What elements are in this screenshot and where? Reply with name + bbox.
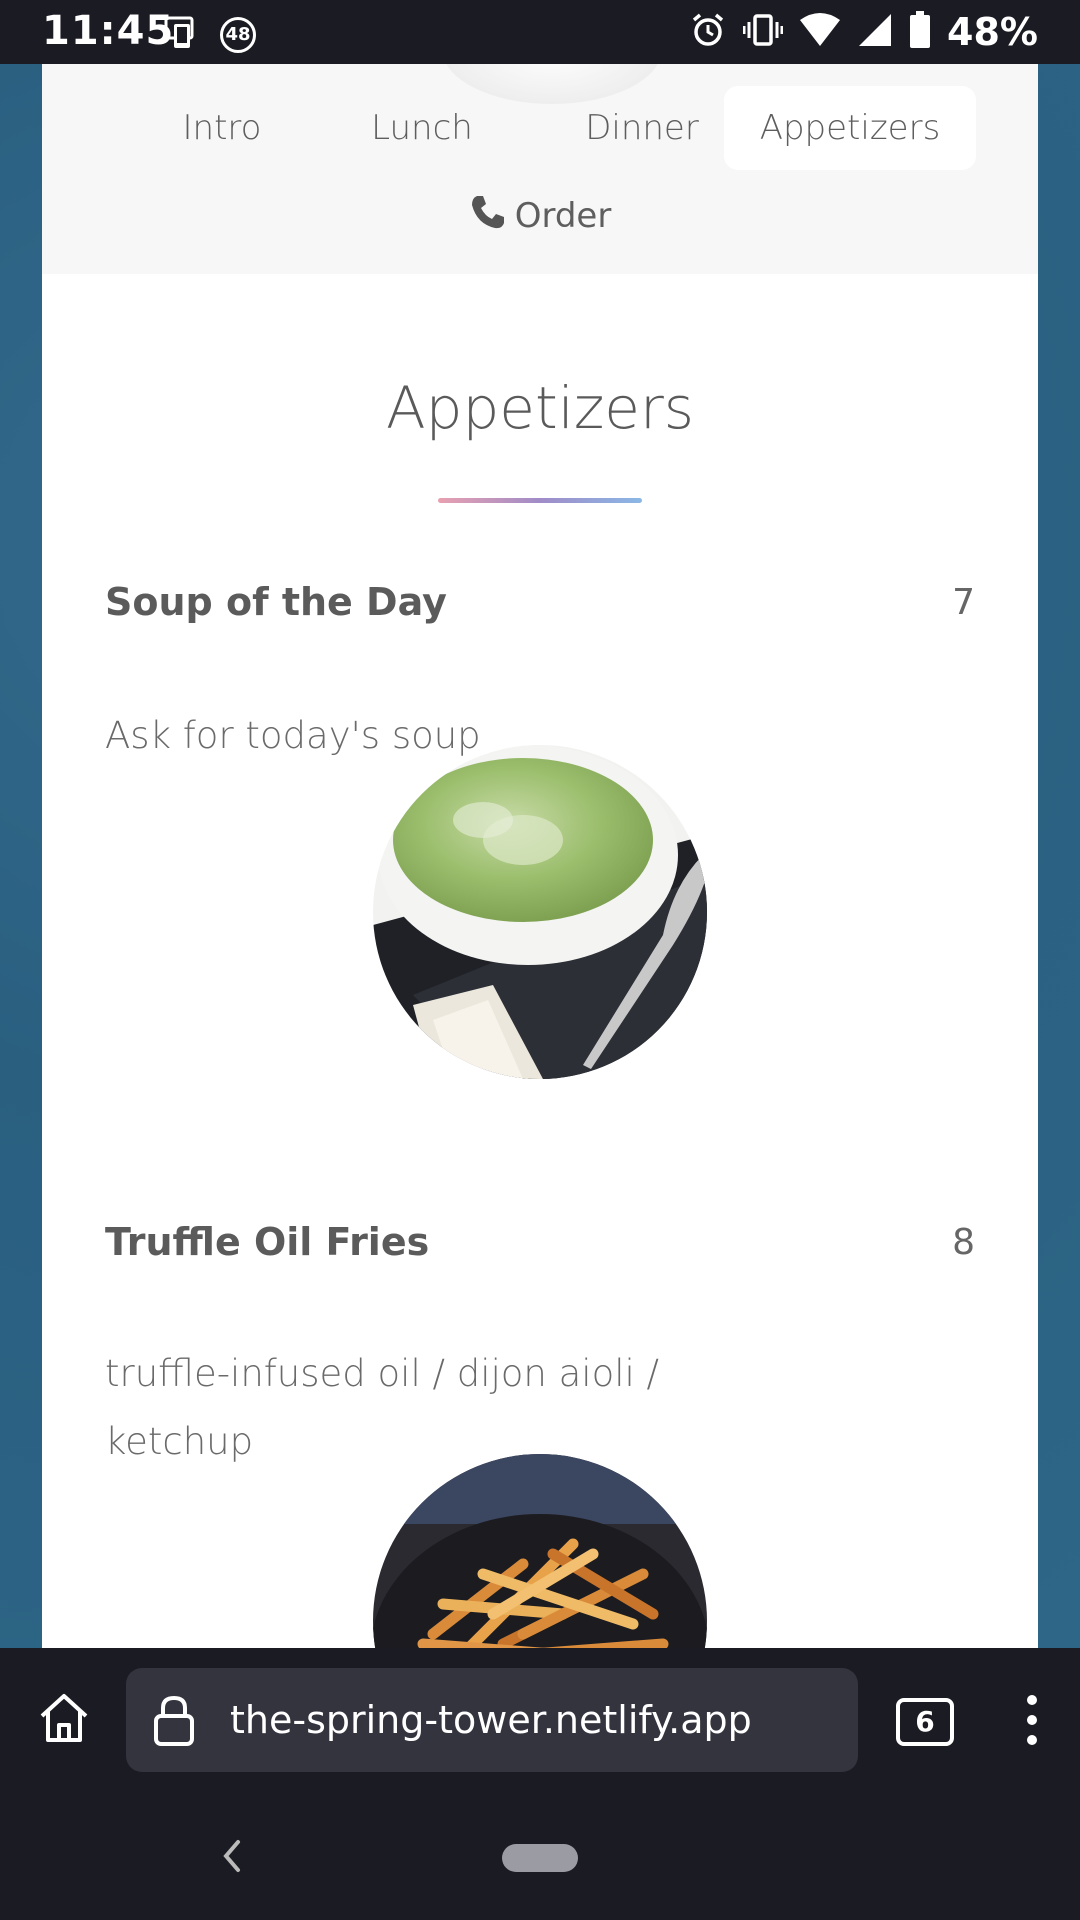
menu-nav: Intro Lunch Dinner Appetizers Order [42, 64, 1038, 274]
menu-item-price: 8 [952, 1222, 975, 1263]
status-right-icons: 48% [689, 10, 1038, 54]
signal-icon [857, 12, 893, 53]
browser-toolbar: the-spring-tower.netlify.app 6 [0, 1648, 1080, 1778]
back-icon[interactable] [220, 1838, 244, 1879]
wifi-icon [799, 12, 841, 53]
nav-tab-intro[interactable]: Intro [122, 86, 322, 170]
battery-icon [909, 10, 931, 54]
more-options-icon[interactable] [1024, 1694, 1040, 1751]
status-left-icons: 48 [162, 12, 256, 57]
title-divider [438, 498, 642, 503]
order-link[interactable]: Order [42, 186, 1038, 246]
fries-photo [373, 1454, 707, 1648]
battery-percent: 48% [947, 10, 1038, 54]
order-label: Order [514, 196, 612, 236]
nav-tab-lunch[interactable]: Lunch [322, 86, 522, 170]
home-icon[interactable] [38, 1692, 90, 1749]
soup-photo [373, 745, 707, 1079]
phone-sync-icon [162, 12, 202, 57]
nav-tab-dinner[interactable]: Dinner [537, 86, 747, 170]
lock-icon [152, 1694, 196, 1751]
phone-icon [469, 193, 507, 240]
content-card: Intro Lunch Dinner Appetizers Order Appe… [42, 64, 1038, 1648]
menu-item-name: Soup of the Day [105, 580, 447, 624]
home-gesture-pill[interactable] [502, 1844, 578, 1872]
status-time: 11:45 [42, 8, 175, 54]
notification-count-badge: 48 [220, 16, 256, 53]
alarm-icon [689, 11, 727, 54]
description-line: truffle-infused oil / dijon aioli / [105, 1352, 660, 1395]
section-title: Appetizers [385, 374, 695, 442]
nav-tab-appetizers[interactable]: Appetizers [724, 86, 976, 170]
menu-item-price: 7 [952, 582, 975, 623]
status-bar: 11:45 48 48% [0, 0, 1080, 64]
url-bar[interactable]: the-spring-tower.netlify.app [126, 1668, 858, 1772]
system-navigation-bar [0, 1778, 1080, 1920]
tab-switcher-button[interactable]: 6 [896, 1698, 954, 1746]
url-text: the-spring-tower.netlify.app [230, 1698, 752, 1742]
vibrate-icon [742, 12, 784, 53]
menu-item-name: Truffle Oil Fries [105, 1220, 430, 1264]
